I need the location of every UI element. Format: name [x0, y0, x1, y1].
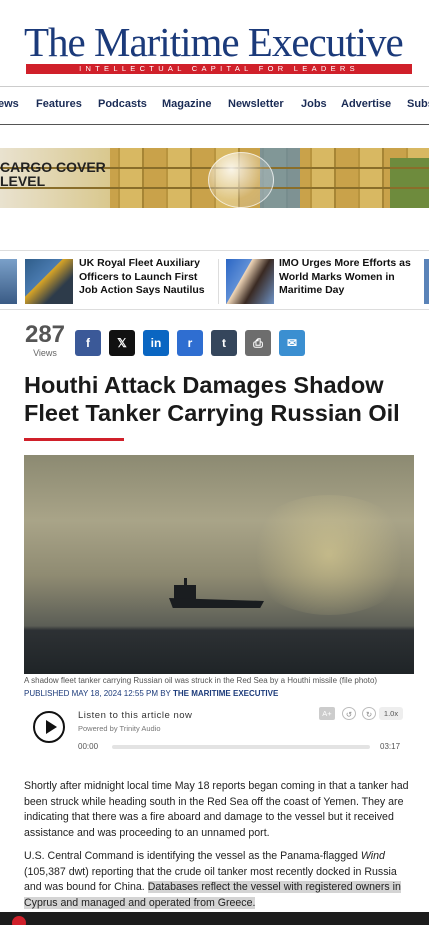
article-headline: Houthi Attack Damages Shadow Fleet Tanke… — [24, 372, 400, 426]
facebook-share-button[interactable]: f — [75, 330, 101, 356]
banner-line-2: LEVEL — [0, 173, 46, 189]
photo-ship-bridge — [174, 585, 196, 599]
top-navigation: ews Features Podcasts Magazine Newslette… — [0, 86, 429, 125]
site-logo[interactable]: The Maritime Executive — [24, 20, 414, 64]
related-articles-strip: UK Royal Fleet Auxiliary Officers to Lau… — [0, 250, 429, 310]
nav-item-magazine[interactable]: Magazine — [162, 98, 212, 110]
reddit-share-button[interactable]: r — [177, 330, 203, 356]
tumblr-share-button[interactable]: t — [211, 330, 237, 356]
author-link[interactable]: THE MARITIME EXECUTIVE — [173, 689, 278, 698]
image-caption: A shadow fleet tanker carrying Russian o… — [24, 676, 378, 685]
playback-speed-button[interactable]: 1.0x — [379, 707, 403, 720]
published-date: PUBLISHED MAY 18, 2024 12:55 PM BY — [24, 689, 171, 698]
article-hero-image[interactable] — [24, 455, 414, 674]
view-counter: 287 Views — [24, 321, 66, 359]
forward-icon[interactable]: ↻ — [362, 707, 376, 720]
related-article-title[interactable]: UK Royal Fleet Auxiliary Officers to Lau… — [79, 257, 219, 298]
rewind-icon[interactable]: ↺ — [342, 707, 356, 720]
email-icon: ✉ — [286, 336, 298, 350]
nav-item-features[interactable]: Features — [36, 98, 82, 110]
audio-current-time: 00:00 — [78, 742, 99, 751]
nav-item-newsletter[interactable]: Newsletter — [228, 98, 284, 110]
voice-settings-button[interactable]: A+ — [319, 707, 335, 720]
banner-text: CARGO COVER LEVEL — [0, 160, 106, 188]
banner-bubble-image — [208, 152, 274, 208]
paragraph-text: U.S. Central Command is identifying the … — [24, 850, 361, 862]
facebook-icon: f — [86, 336, 90, 350]
related-thumbnail[interactable] — [424, 259, 429, 304]
ad-logo-icon — [12, 916, 26, 925]
photo-sun-glow — [244, 495, 414, 615]
linkedin-share-button[interactable]: in — [143, 330, 169, 356]
x-share-button[interactable]: 𝕏 — [109, 330, 135, 356]
audio-duration: 03:17 — [380, 742, 401, 751]
photo-ship-hull — [169, 598, 264, 608]
bottom-ad-strip[interactable] — [0, 912, 429, 925]
byline: PUBLISHED MAY 18, 2024 12:55 PM BY THE M… — [24, 689, 414, 698]
print-share-button[interactable]: ⎙ — [245, 330, 271, 356]
article-paragraph: U.S. Central Command is identifying the … — [24, 849, 414, 911]
play-icon — [46, 720, 57, 734]
site-tagline: INTELLECTUAL CAPITAL FOR LEADERS — [26, 64, 412, 74]
headline-underline — [24, 438, 124, 441]
reddit-icon: r — [187, 336, 193, 350]
vessel-name: Wind — [360, 850, 385, 862]
banner-container-green — [390, 158, 429, 208]
email-share-button[interactable]: ✉ — [279, 330, 305, 356]
divider — [218, 259, 219, 304]
tumblr-icon: t — [222, 336, 226, 350]
x-icon: 𝕏 — [117, 336, 127, 350]
nav-item-news[interactable]: ews — [0, 98, 19, 110]
view-label: Views — [33, 348, 57, 358]
banner-line-1: CARGO COVER — [0, 159, 106, 175]
masthead: The Maritime Executive INTELLECTUAL CAPI… — [0, 0, 429, 85]
related-thumbnail[interactable] — [0, 259, 17, 304]
play-button[interactable] — [33, 711, 65, 743]
nav-item-jobs[interactable]: Jobs — [301, 98, 327, 110]
nav-item-advertise[interactable]: Advertise — [341, 98, 391, 110]
related-thumbnail[interactable] — [25, 259, 73, 304]
article-paragraph: Shortly after midnight local time May 18… — [24, 780, 409, 839]
nav-item-subscribe[interactable]: Subs — [407, 98, 429, 110]
audio-player: Listen to this article now Powered by Tr… — [24, 703, 414, 763]
audio-powered-by: Powered by Trinity Audio — [78, 724, 161, 733]
audio-title: Listen to this article now — [78, 710, 193, 721]
nav-item-podcasts[interactable]: Podcasts — [98, 98, 147, 110]
related-article-title[interactable]: IMO Urges More Efforts as World Marks Wo… — [279, 257, 419, 298]
print-icon: ⎙ — [253, 336, 263, 350]
audio-progress-bar[interactable] — [112, 745, 370, 749]
advertisement-banner[interactable]: CARGO COVER LEVEL — [0, 148, 429, 208]
linkedin-icon: in — [150, 336, 162, 350]
view-count: 287 — [24, 321, 66, 348]
related-thumbnail[interactable] — [226, 259, 274, 304]
